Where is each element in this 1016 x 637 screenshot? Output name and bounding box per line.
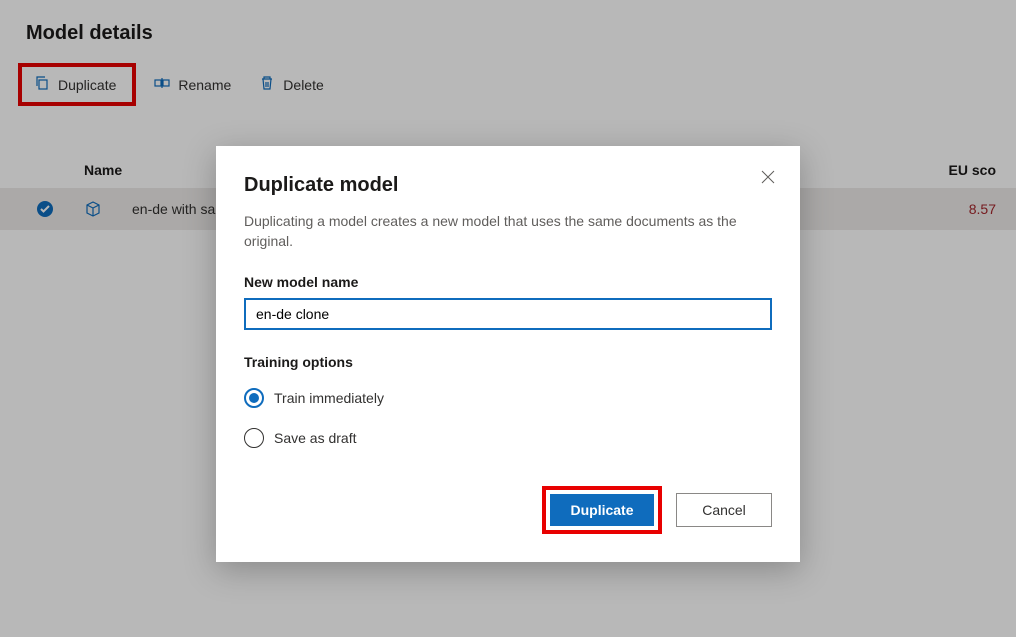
training-options: Train immediately Save as draft [244, 378, 772, 458]
duplicate-dialog: Duplicate model Duplicating a model crea… [216, 146, 800, 562]
train-immediately-option[interactable]: Train immediately [244, 378, 772, 418]
model-name-input[interactable] [244, 298, 772, 330]
close-icon [761, 170, 775, 187]
name-field-label: New model name [244, 274, 772, 290]
radio-selected-icon [244, 388, 264, 408]
dialog-title: Duplicate model [244, 174, 772, 197]
cancel-button[interactable]: Cancel [676, 493, 772, 527]
modal-overlay: Duplicate model Duplicating a model crea… [0, 0, 1016, 637]
dialog-footer: Duplicate Cancel [244, 486, 772, 534]
dialog-description: Duplicating a model creates a new model … [244, 211, 772, 252]
highlight-confirm: Duplicate [542, 486, 662, 534]
training-options-label: Training options [244, 354, 772, 370]
save-as-draft-option[interactable]: Save as draft [244, 418, 772, 458]
train-immediately-label: Train immediately [274, 390, 384, 406]
close-button[interactable] [754, 164, 782, 192]
confirm-duplicate-button[interactable]: Duplicate [550, 494, 654, 526]
radio-unselected-icon [244, 428, 264, 448]
save-as-draft-label: Save as draft [274, 430, 357, 446]
